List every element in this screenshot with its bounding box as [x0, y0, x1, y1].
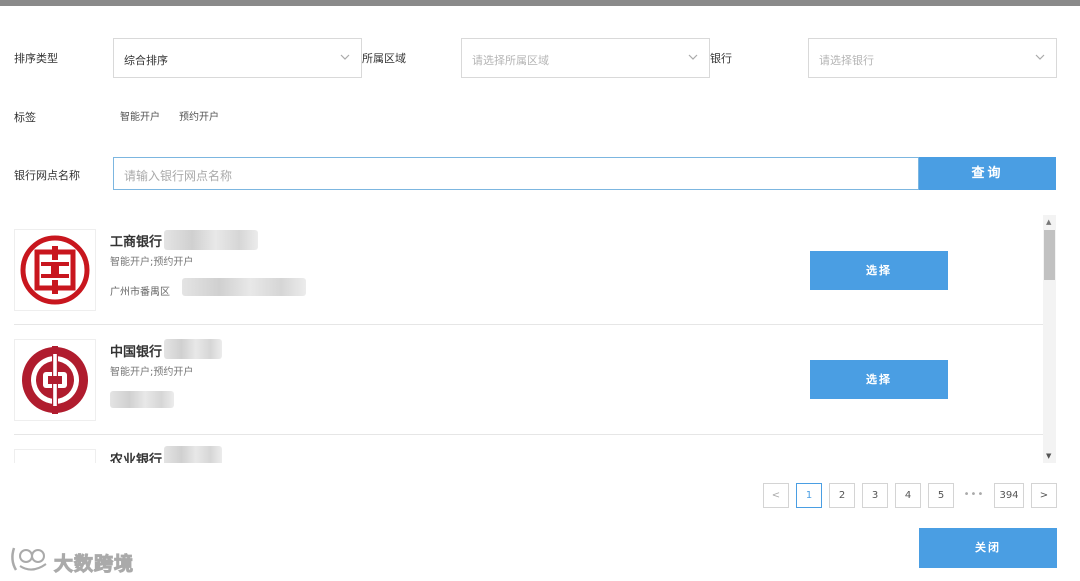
page-4-button[interactable]: 4 [895, 483, 921, 508]
region-select[interactable]: 请选择所属区域 [461, 38, 710, 78]
icbc-logo-icon [20, 235, 90, 305]
boc-logo-icon [22, 346, 88, 414]
page-2-button[interactable]: 2 [829, 483, 855, 508]
page-1-button[interactable]: 1 [796, 483, 822, 508]
icbc-logo [14, 229, 96, 311]
redacted-address-blur [182, 278, 306, 296]
list-scrollbar[interactable]: ▲ ▼ [1043, 215, 1056, 463]
bank-select[interactable]: 请选择银行 [808, 38, 1057, 78]
scroll-thumb[interactable] [1044, 230, 1055, 280]
window-top-bar [0, 0, 1080, 6]
close-button[interactable]: 关闭 [919, 528, 1057, 568]
branch-name-label: 银行网点名称 [14, 169, 80, 182]
redacted-address-blur [110, 391, 174, 408]
bank-label: 银行 [710, 52, 732, 65]
list-item: 中国银行 智能开户;预约开户 选择 [14, 325, 1044, 435]
sort-type-label: 排序类型 [14, 52, 58, 65]
bank-name: 农业银行 [110, 453, 163, 463]
pagination-ellipsis: ••• [963, 489, 985, 500]
bank-tags: 智能开户;预约开户 [110, 257, 194, 268]
scroll-up-arrow-icon[interactable]: ▲ [1046, 218, 1051, 226]
next-page-button[interactable]: > [1031, 483, 1057, 508]
page-3-button[interactable]: 3 [862, 483, 888, 508]
list-item: 工商银行 智能开户;预约开户 广州市番禺区 选择 [14, 215, 1044, 325]
bank-list: 工商银行 智能开户;预约开户 广州市番禺区 选择 中国银行 智能开户;预约开户 … [14, 215, 1044, 463]
watermark-text: 大数跨境 [53, 553, 135, 576]
scroll-down-arrow-icon[interactable]: ▼ [1046, 452, 1051, 460]
chevron-down-icon [688, 54, 698, 60]
sort-type-value: 综合排序 [124, 54, 168, 67]
prev-page-button[interactable]: < [763, 483, 789, 508]
select-button[interactable]: 选择 [810, 251, 948, 290]
tag-smart-account[interactable]: 智能开户 [120, 108, 160, 123]
redacted-name-blur [164, 339, 222, 359]
boc-logo [14, 339, 96, 421]
bank-name: 工商银行 [110, 235, 163, 250]
watermark-logo-icon [11, 547, 47, 571]
last-page-button[interactable]: 394 [994, 483, 1024, 508]
bank-address: 广州市番禺区 [110, 287, 170, 298]
redacted-name-blur [164, 446, 222, 463]
tag-label: 标签 [14, 111, 36, 124]
select-button[interactable]: 选择 [810, 360, 948, 399]
chevron-down-icon [340, 54, 350, 60]
list-item: 农业银行 [14, 435, 1044, 463]
pagination: < 1 2 3 4 5 ••• 394 > [0, 483, 1080, 508]
bank-tags: 智能开户;预约开户 [110, 367, 194, 378]
redacted-name-blur [164, 230, 258, 250]
bank-name: 中国银行 [110, 345, 163, 360]
query-button[interactable]: 查询 [919, 157, 1056, 190]
region-label: 所属区域 [362, 52, 406, 65]
region-placeholder: 请选择所属区域 [472, 54, 549, 67]
abc-logo [14, 449, 96, 463]
tag-appointment-account[interactable]: 预约开户 [179, 108, 219, 123]
branch-name-placeholder: 请输入银行网点名称 [124, 169, 233, 183]
bank-placeholder: 请选择银行 [819, 54, 874, 67]
sort-type-select[interactable]: 综合排序 [113, 38, 362, 78]
chevron-down-icon [1035, 54, 1045, 60]
page-5-button[interactable]: 5 [928, 483, 954, 508]
abc-logo-icon [15, 450, 95, 463]
branch-name-input[interactable]: 请输入银行网点名称 [113, 157, 919, 190]
